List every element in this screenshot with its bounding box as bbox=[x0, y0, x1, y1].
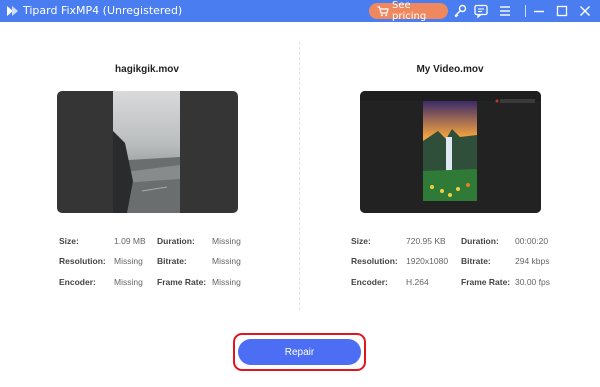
maximize-icon[interactable] bbox=[554, 3, 570, 19]
right-bitrate-label: Bitrate: bbox=[461, 256, 491, 266]
left-encoder-label: Encoder: bbox=[59, 277, 96, 287]
right-framerate-value: 30.00 fps bbox=[515, 277, 550, 287]
close-icon[interactable] bbox=[577, 3, 593, 19]
panel-divider bbox=[299, 42, 300, 310]
feedback-icon[interactable] bbox=[473, 3, 489, 19]
right-resolution-label: Resolution: bbox=[351, 256, 398, 266]
title-bar: Tipard FixMP4 (Unregistered) See pricing bbox=[0, 0, 600, 22]
right-duration-value: 00:00:20 bbox=[515, 236, 549, 246]
left-file-name: hagikgik.mov bbox=[115, 64, 179, 75]
repair-button-label: Repair bbox=[284, 346, 315, 358]
left-framerate-label: Frame Rate: bbox=[157, 277, 207, 287]
right-video-preview bbox=[360, 91, 541, 213]
right-size-value: 720.95 KB bbox=[406, 236, 446, 246]
right-encoder-label: Encoder: bbox=[351, 277, 388, 287]
right-duration-label: Duration: bbox=[461, 236, 499, 246]
right-resolution-value: 1920x1080 bbox=[406, 256, 449, 266]
left-bitrate-label: Bitrate: bbox=[157, 256, 187, 266]
app-logo-icon bbox=[7, 6, 18, 16]
titlebar-divider bbox=[525, 5, 526, 17]
left-resolution-label: Resolution: bbox=[59, 256, 106, 266]
cart-icon bbox=[377, 5, 389, 16]
app-title: Tipard FixMP4 (Unregistered) bbox=[23, 4, 183, 17]
repair-button[interactable]: Repair bbox=[238, 339, 361, 365]
right-bitrate-value: 294 kbps bbox=[515, 256, 550, 266]
minimize-icon[interactable] bbox=[531, 3, 547, 19]
see-pricing-button[interactable]: See pricing bbox=[369, 0, 448, 22]
left-duration-value: Missing bbox=[212, 236, 241, 246]
left-resolution-value: Missing bbox=[114, 256, 143, 266]
left-bitrate-value: Missing bbox=[212, 256, 241, 266]
left-video-preview bbox=[57, 91, 238, 213]
right-file-name: My Video.mov bbox=[416, 64, 484, 75]
left-duration-label: Duration: bbox=[157, 236, 195, 246]
right-preview-thumbnail bbox=[360, 91, 541, 213]
key-icon[interactable] bbox=[452, 3, 468, 19]
left-size-label: Size: bbox=[59, 236, 79, 246]
left-preview-thumbnail bbox=[113, 91, 180, 213]
left-encoder-value: Missing bbox=[114, 277, 143, 287]
right-framerate-label: Frame Rate: bbox=[461, 277, 511, 287]
right-encoder-value: H.264 bbox=[406, 277, 429, 287]
left-framerate-value: Missing bbox=[212, 277, 241, 287]
left-size-value: 1.09 MB bbox=[114, 236, 146, 246]
right-size-label: Size: bbox=[351, 236, 371, 246]
see-pricing-label: See pricing bbox=[392, 0, 427, 22]
menu-icon[interactable] bbox=[497, 3, 513, 19]
